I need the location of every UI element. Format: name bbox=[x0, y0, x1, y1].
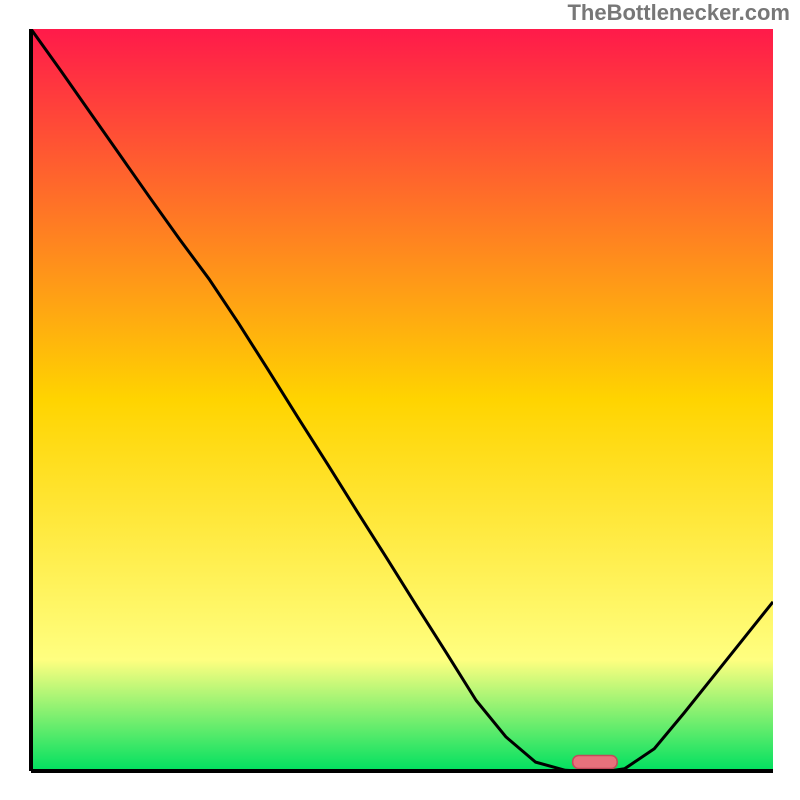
attribution-label: TheBottlenecker.com bbox=[567, 0, 790, 26]
chart-container: TheBottlenecker.com bbox=[0, 0, 800, 800]
gradient-background bbox=[31, 29, 773, 771]
optimum-marker bbox=[573, 756, 618, 769]
bottleneck-chart bbox=[0, 0, 800, 800]
